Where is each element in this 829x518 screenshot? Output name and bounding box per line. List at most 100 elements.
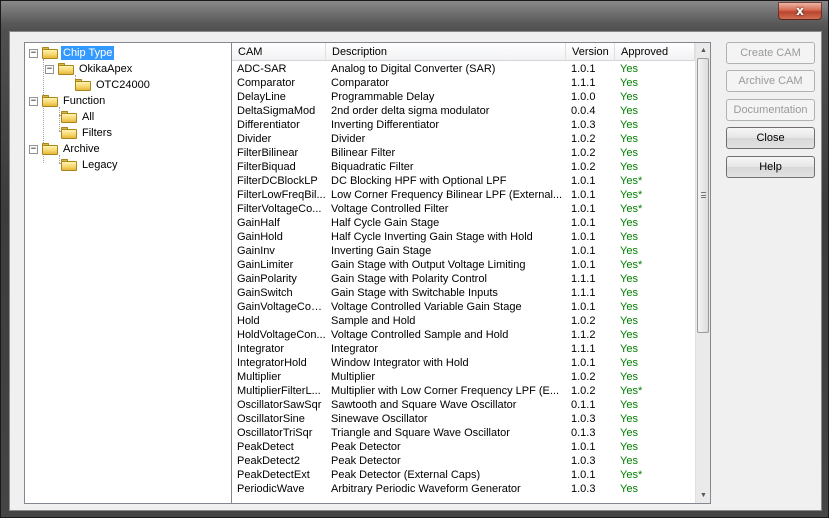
collapse-icon[interactable]: − <box>29 96 38 106</box>
table-row[interactable]: FilterBilinear Bilinear Filter 1.0.2 Yes <box>232 146 696 160</box>
table-row[interactable]: FilterLowFreqBil... Low Corner Frequency … <box>232 188 696 202</box>
table-row[interactable]: Differentiator Inverting Differentiator 1.… <box>232 118 696 132</box>
column-header-description[interactable]: Description <box>326 43 566 61</box>
table-row[interactable]: PeakDetectExt Peak Detector (External Cap… <box>232 468 696 482</box>
cell-approved: Yes <box>620 441 638 453</box>
table-row[interactable]: Hold Sample and Hold 1.0.2 Yes <box>232 314 696 328</box>
cell-version: 1.0.2 <box>571 161 596 173</box>
collapse-icon[interactable]: − <box>45 64 54 74</box>
table-row[interactable]: HoldVoltageCon... Voltage Controlled Samp… <box>232 328 696 342</box>
table-row[interactable]: PeriodicWave Arbitrary Periodic Waveform … <box>232 482 696 496</box>
table-row[interactable]: FilterDCBlockLP DC Blocking HPF with Opti… <box>232 174 696 188</box>
tree-item-legacy[interactable]: Legacy <box>61 157 119 173</box>
cell-approved: Yes <box>620 105 638 117</box>
scroll-down-icon[interactable]: ▼ <box>696 488 710 503</box>
category-tree[interactable]: − Chip Type − OkikaApex OTC24000 − Funct… <box>24 42 233 504</box>
table-row[interactable]: IntegratorHold Window Integrator with Hol… <box>232 356 696 370</box>
help-button[interactable]: Help <box>726 156 815 178</box>
cell-description: Peak Detector <box>331 455 401 467</box>
close-button[interactable]: Close <box>726 127 815 149</box>
column-header-approved[interactable]: Approved <box>615 43 695 61</box>
cell-description: Sample and Hold <box>331 315 416 327</box>
create-cam-button[interactable]: Create CAM <box>726 42 815 64</box>
cell-cam: GainLimiter <box>237 259 294 271</box>
cell-cam: OscillatorTriSqr <box>237 427 313 439</box>
archive-cam-button[interactable]: Archive CAM <box>726 70 815 92</box>
cell-description: Voltage Controlled Filter <box>331 203 449 215</box>
column-header-cam[interactable]: CAM <box>232 43 326 61</box>
table-row[interactable]: GainHold Half Cycle Inverting Gain Stage … <box>232 230 696 244</box>
cell-version: 1.0.0 <box>571 91 596 103</box>
table-row[interactable]: GainInv Inverting Gain Stage 1.0.1 Yes <box>232 244 696 258</box>
column-header-version[interactable]: Version <box>566 43 615 61</box>
table-row[interactable]: PeakDetect Peak Detector 1.0.1 Yes <box>232 440 696 454</box>
table-row[interactable]: Multiplier Multiplier 1.0.2 Yes <box>232 370 696 384</box>
cell-approved: Yes <box>620 413 638 425</box>
table-row[interactable]: PeakDetect2 Peak Detector 1.0.3 Yes <box>232 454 696 468</box>
cell-approved: Yes <box>620 287 638 299</box>
cell-approved: Yes* <box>620 203 643 215</box>
cell-description: Comparator <box>331 77 390 89</box>
cell-cam: FilterVoltageCo... <box>237 203 322 215</box>
table-row[interactable]: Divider Divider 1.0.2 Yes <box>232 132 696 146</box>
list-scrollbar[interactable]: ▲ ▼ <box>695 43 710 503</box>
table-row[interactable]: Comparator Comparator 1.1.1 Yes <box>232 76 696 90</box>
cell-version: 1.0.2 <box>571 133 596 145</box>
scroll-up-icon[interactable]: ▲ <box>696 43 710 58</box>
table-row[interactable]: Integrator Integrator 1.1.1 Yes <box>232 342 696 356</box>
collapse-icon[interactable]: − <box>29 144 38 154</box>
cell-version: 0.1.1 <box>571 399 596 411</box>
tree-item-archive[interactable]: − Archive <box>29 141 102 157</box>
cell-cam: IntegratorHold <box>237 357 307 369</box>
cell-version: 1.0.1 <box>571 301 596 313</box>
table-row[interactable]: ADC-SAR Analog to Digital Converter (SAR)… <box>232 62 696 76</box>
table-row[interactable]: DelayLine Programmable Delay 1.0.0 Yes <box>232 90 696 104</box>
table-row[interactable]: GainVoltageCon... Voltage Controlled Vari… <box>232 300 696 314</box>
cell-cam: FilterBilinear <box>237 147 299 159</box>
cell-description: Multiplier with Low Corner Frequency LPF… <box>331 385 560 397</box>
cell-approved: Yes <box>620 343 638 355</box>
table-row[interactable]: MultiplierFilterL... Multiplier with Low … <box>232 384 696 398</box>
close-icon: x <box>796 4 804 18</box>
cell-version: 1.0.2 <box>571 385 596 397</box>
tree-item-all[interactable]: All <box>61 109 96 125</box>
cell-approved: Yes <box>620 301 638 313</box>
table-row[interactable]: OscillatorSawSqr Sawtooth and Square Wave… <box>232 398 696 412</box>
cell-description: Gain Stage with Switchable Inputs <box>331 287 498 299</box>
cell-version: 1.1.1 <box>571 273 596 285</box>
documentation-button[interactable]: Documentation <box>726 99 815 121</box>
cell-description: Multiplier <box>331 371 376 383</box>
tree-item-function[interactable]: − Function <box>29 93 107 109</box>
cell-version: 1.0.1 <box>571 203 596 215</box>
cell-approved: Yes <box>620 329 638 341</box>
cell-version: 1.0.1 <box>571 469 596 481</box>
cell-version: 1.0.1 <box>571 441 596 453</box>
table-row[interactable]: OscillatorSine Sinewave Oscillator 1.0.3 Ye… <box>232 412 696 426</box>
collapse-icon[interactable]: − <box>29 48 38 58</box>
tree-item-okikaapex[interactable]: − OkikaApex <box>45 61 134 77</box>
cam-list[interactable]: CAM Description Version Approved ADC-SAR… <box>231 42 711 504</box>
window-close-button[interactable]: x <box>778 2 822 20</box>
tree-item-otc24000[interactable]: OTC24000 <box>75 77 152 93</box>
table-row[interactable]: GainSwitch Gain Stage with Switchable Inp… <box>232 286 696 300</box>
tree-item-filters[interactable]: Filters <box>61 125 114 141</box>
cell-version: 1.0.1 <box>571 245 596 257</box>
table-row[interactable]: OscillatorTriSqr Triangle and Square Wave… <box>232 426 696 440</box>
cell-description: Half Cycle Gain Stage <box>331 217 440 229</box>
scrollbar-thumb[interactable] <box>697 58 709 333</box>
cell-version: 1.1.2 <box>571 329 596 341</box>
table-row[interactable]: GainLimiter Gain Stage with Output Voltag… <box>232 258 696 272</box>
table-row[interactable]: GainHalf Half Cycle Gain Stage 1.0.1 Yes <box>232 216 696 230</box>
tree-item-chip-type[interactable]: − Chip Type <box>29 45 115 61</box>
table-row[interactable]: DeltaSigmaMod 2nd order delta sigma modul… <box>232 104 696 118</box>
tree-item-label: OTC24000 <box>96 79 150 91</box>
table-row[interactable]: FilterBiquad Biquadratic Filter 1.0.2 Yes <box>232 160 696 174</box>
cell-description: Divider <box>331 133 366 145</box>
cell-approved: Yes* <box>620 175 643 187</box>
table-row[interactable]: GainPolarity Gain Stage with Polarity Con… <box>232 272 696 286</box>
table-row[interactable]: FilterVoltageCo... Voltage Controlled Fil… <box>232 202 696 216</box>
tree-item-label: Chip Type <box>61 46 115 60</box>
cell-cam: OscillatorSawSqr <box>237 399 322 411</box>
cell-cam: GainSwitch <box>237 287 293 299</box>
cell-approved: Yes <box>620 455 638 467</box>
